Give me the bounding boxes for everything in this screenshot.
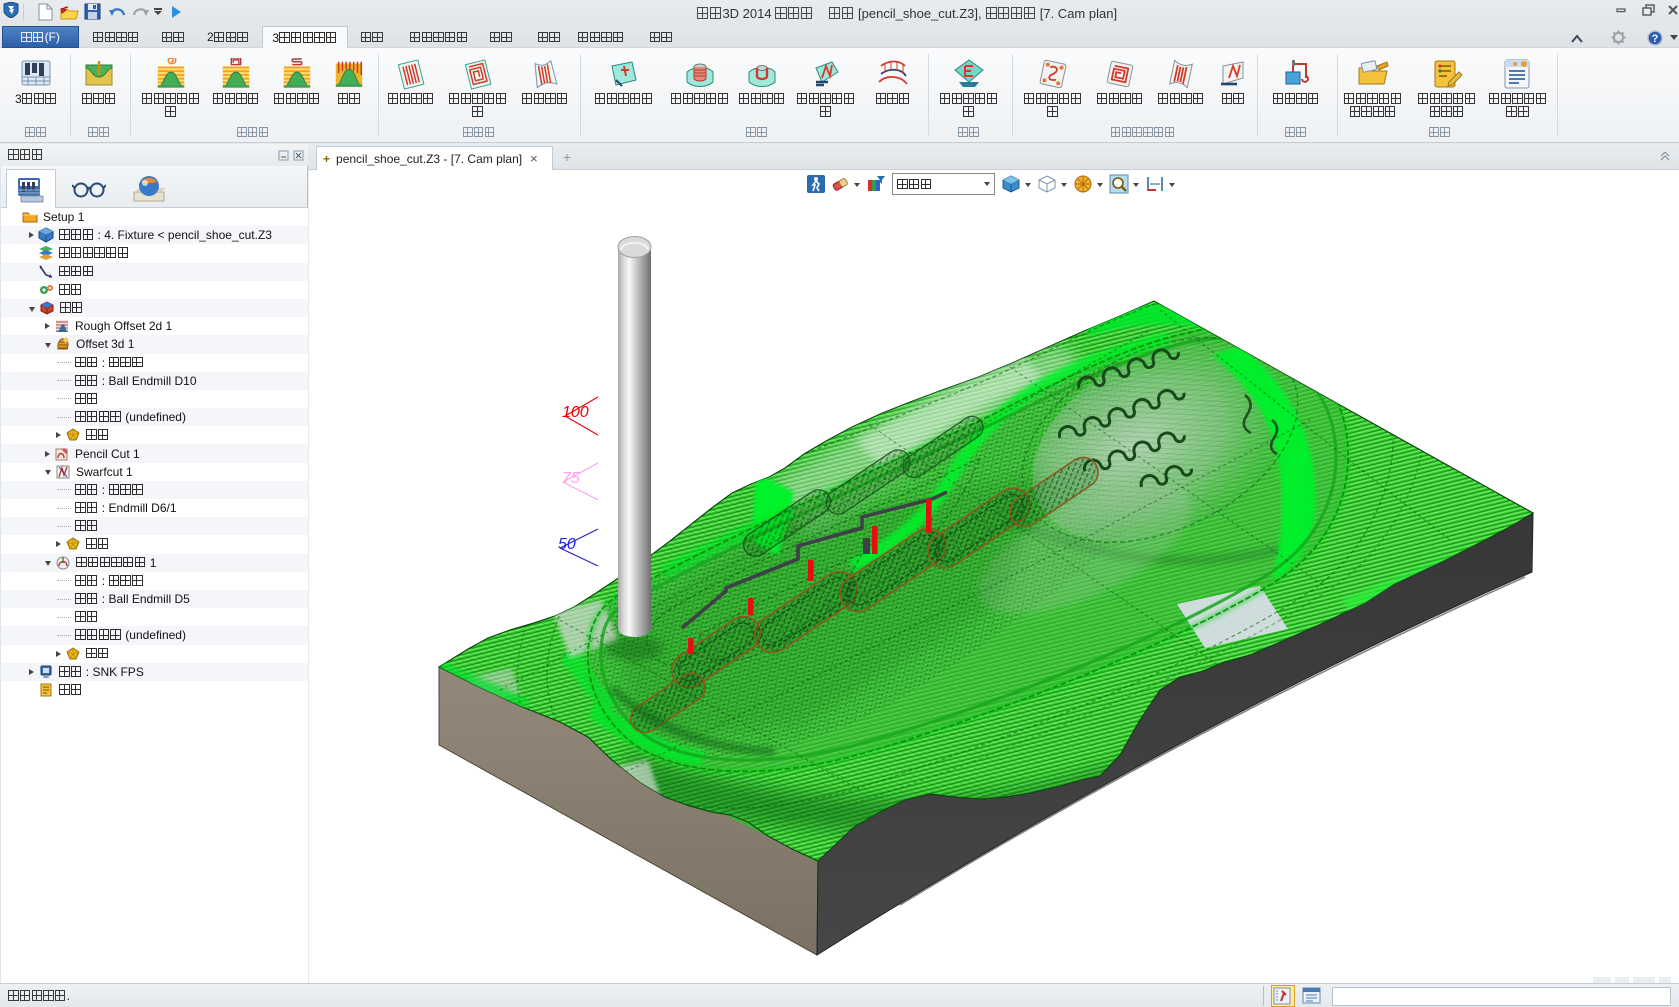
svg-text:?: ?	[1652, 33, 1659, 45]
svg-text:75: 75	[562, 470, 580, 487]
svg-text:50: 50	[558, 536, 576, 553]
svg-text:100: 100	[562, 404, 589, 421]
